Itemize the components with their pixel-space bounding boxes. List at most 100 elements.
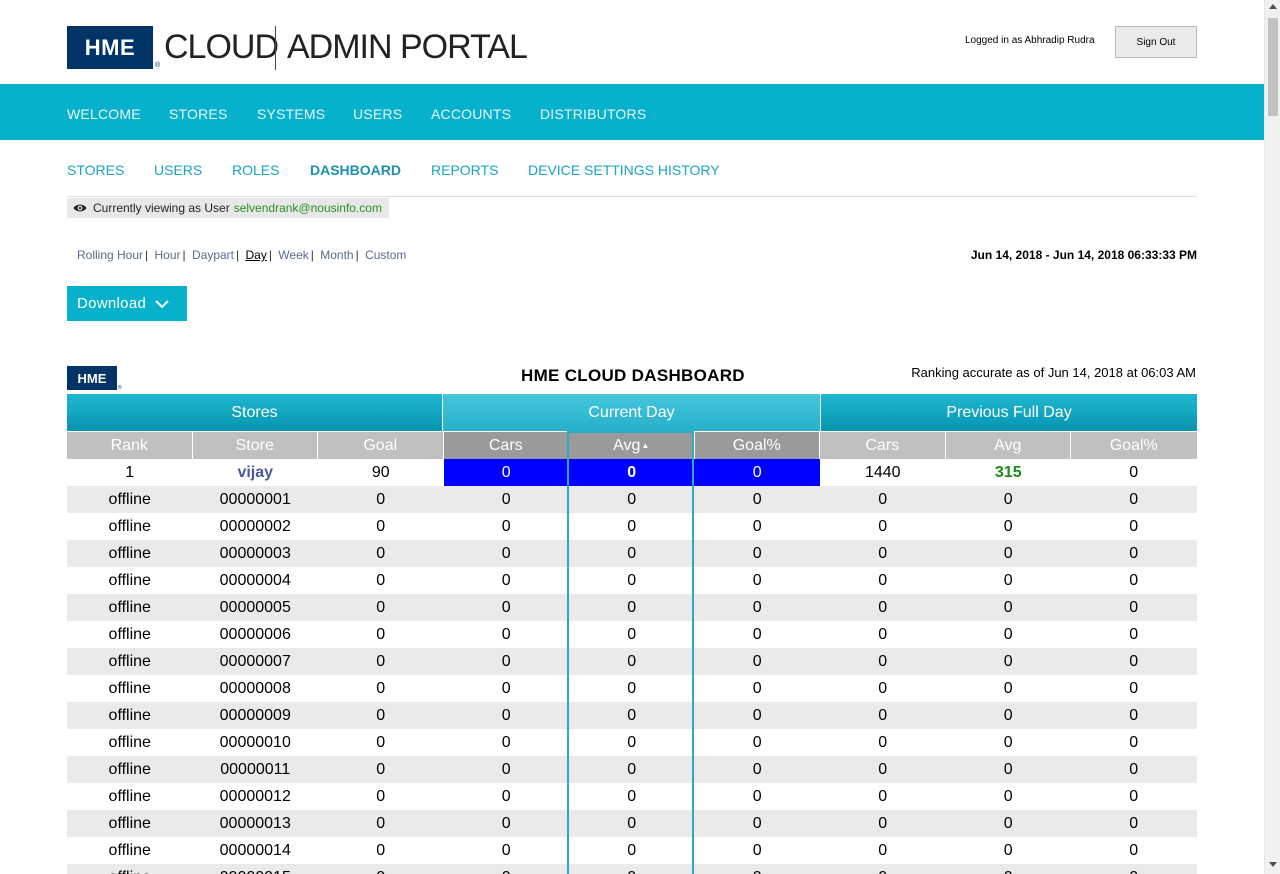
cell-previous-avg: 0 — [1003, 571, 1013, 589]
viewing-user-email[interactable]: selvendrank@nousinfo.com — [234, 201, 382, 215]
cell-goal: 0 — [376, 625, 386, 643]
cell-rank: offline — [108, 517, 151, 535]
cell-previous-cars: 0 — [878, 733, 888, 751]
period-hour[interactable]: Hour — [155, 248, 181, 262]
cell-previous-cars: 0 — [878, 571, 888, 589]
scroll-thumb[interactable] — [1268, 18, 1278, 116]
col-goal[interactable]: Goal — [318, 431, 444, 459]
table-row: offline 00000004 0 0 0 0 0 0 0 — [67, 567, 1197, 594]
cell-previous-goal-pct: 0 — [1129, 490, 1139, 508]
col-current-goal-pct[interactable]: Goal% — [694, 431, 820, 459]
nav-distributors[interactable]: DISTRIBUTORS — [540, 106, 646, 122]
main-nav: WELCOME STORES SYSTEMS USERS ACCOUNTS DI… — [0, 84, 1264, 140]
cell-previous-avg: 0 — [1003, 760, 1013, 778]
cell-previous-goal-pct: 0 — [1129, 598, 1139, 616]
subnav-dashboard[interactable]: DASHBOARD — [310, 162, 401, 178]
period-week[interactable]: Week — [278, 248, 308, 262]
col-previous-cars[interactable]: Cars — [820, 431, 946, 459]
cell-current-avg: 0 — [569, 864, 695, 874]
scroll-down-icon[interactable] — [1269, 862, 1277, 867]
cell-goal: 90 — [371, 463, 390, 481]
cell-previous-goal-pct: 0 — [1129, 733, 1139, 751]
admin-portal-wordmark: ADMIN PORTAL — [287, 28, 528, 66]
cell-current-goal-pct: 0 — [752, 652, 762, 670]
cell-previous-avg: 0 — [1003, 679, 1013, 697]
col-rank[interactable]: Rank — [67, 431, 193, 459]
cell-current-avg: 0 — [627, 598, 637, 616]
nav-users[interactable]: USERS — [353, 106, 402, 122]
col-previous-avg[interactable]: Avg — [945, 431, 1071, 459]
cell-current-cars: 0 — [501, 652, 511, 670]
table-row: offline 00000014 0 0 0 0 0 0 0 — [67, 837, 1197, 864]
cell-current-cars: 0 — [501, 625, 511, 643]
cell-previous-avg: 0 — [1003, 787, 1013, 805]
cell-current-cars: 0 — [501, 490, 511, 508]
cell-current-avg: 0 — [627, 706, 637, 724]
cell-current-goal-pct: 0 — [695, 864, 821, 874]
cell-previous-avg: 0 — [1003, 652, 1013, 670]
period-rolling-hour[interactable]: Rolling Hour — [77, 248, 143, 262]
period-daypart[interactable]: Daypart — [192, 248, 234, 262]
cell-previous-goal-pct: 0 — [1129, 706, 1139, 724]
date-range: Jun 14, 2018 - Jun 14, 2018 06:33:33 PM — [970, 248, 1197, 262]
cell-current-avg: 0 — [569, 459, 695, 486]
col-current-cars[interactable]: Cars — [443, 431, 569, 459]
cell-current-goal-pct: 0 — [752, 679, 762, 697]
cell-current-goal-pct: 0 — [752, 625, 762, 643]
cell-previous-cars: 0 — [878, 814, 888, 832]
subnav-stores[interactable]: STORES — [67, 162, 124, 178]
eye-icon — [73, 204, 87, 212]
nav-accounts[interactable]: ACCOUNTS — [431, 106, 511, 122]
nav-systems[interactable]: SYSTEMS — [257, 106, 325, 122]
cell-current-goal-pct: 0 — [752, 571, 762, 589]
cell-previous-avg: 0 — [1003, 598, 1013, 616]
cell-previous-goal-pct: 0 — [1129, 571, 1139, 589]
cell-previous-avg: 0 — [1003, 706, 1013, 724]
subnav-users[interactable]: USERS — [154, 162, 202, 178]
cell-previous-goal-pct: 0 — [1129, 517, 1139, 535]
subnav-device-settings-history[interactable]: DEVICE SETTINGS HISTORY — [528, 162, 720, 178]
cell-goal: 0 — [376, 652, 386, 670]
period-day[interactable]: Day — [245, 248, 266, 262]
cell-current-avg: 0 — [627, 490, 637, 508]
group-stores: Stores — [67, 394, 443, 431]
scroll-up-icon[interactable] — [1269, 4, 1277, 9]
sign-out-button[interactable]: Sign Out — [1115, 26, 1197, 58]
cell-store: 00000001 — [219, 490, 291, 508]
cell-current-goal-pct: 0 — [752, 517, 762, 535]
cell-store[interactable]: vijay — [193, 459, 319, 486]
page-scrollbar[interactable] — [1264, 0, 1280, 874]
cell-current-cars: 0 — [501, 571, 511, 589]
cell-previous-avg: 0 — [1003, 517, 1013, 535]
cell-goal: 0 — [376, 733, 386, 751]
cell-previous-cars: 0 — [878, 625, 888, 643]
col-previous-goal-pct[interactable]: Goal% — [1071, 431, 1197, 459]
table-row: offline 00000012 0 0 0 0 0 0 0 — [67, 783, 1197, 810]
chevron-down-icon — [155, 299, 169, 308]
cell-previous-avg: 0 — [946, 864, 1072, 874]
cell-rank: offline — [108, 706, 151, 724]
subnav-reports[interactable]: REPORTS — [431, 162, 498, 178]
cell-current-goal-pct: 0 — [752, 787, 762, 805]
col-current-avg[interactable]: Avg ▲ — [569, 431, 695, 459]
table-row: 1 vijay 90 0 0 0 1440 315 0 — [67, 459, 1197, 486]
cell-current-avg: 0 — [627, 841, 637, 859]
subnav-roles[interactable]: ROLES — [232, 162, 279, 178]
download-label: Download — [77, 295, 147, 312]
period-month[interactable]: Month — [320, 248, 353, 262]
hme-logo[interactable]: HME — [67, 26, 153, 69]
cell-rank: offline — [108, 760, 151, 778]
cell-current-cars: 0 — [501, 679, 511, 697]
column-header-row: Rank Store Goal Cars Avg ▲ Goal% Cars Avg… — [67, 431, 1197, 459]
cell-current-goal-pct: 0 — [752, 760, 762, 778]
nav-welcome[interactable]: WELCOME — [67, 106, 141, 122]
nav-stores[interactable]: STORES — [169, 106, 228, 122]
col-store[interactable]: Store — [192, 431, 318, 459]
cell-previous-avg: 0 — [1003, 733, 1013, 751]
period-custom[interactable]: Custom — [365, 248, 406, 262]
cell-goal: 0 — [376, 517, 386, 535]
cell-previous-goal-pct: 0 — [1129, 814, 1139, 832]
dashboard-title: HME CLOUD DASHBOARD — [521, 366, 745, 385]
download-button[interactable]: Download — [67, 286, 187, 321]
cloud-wordmark: CLOUD — [164, 28, 279, 66]
